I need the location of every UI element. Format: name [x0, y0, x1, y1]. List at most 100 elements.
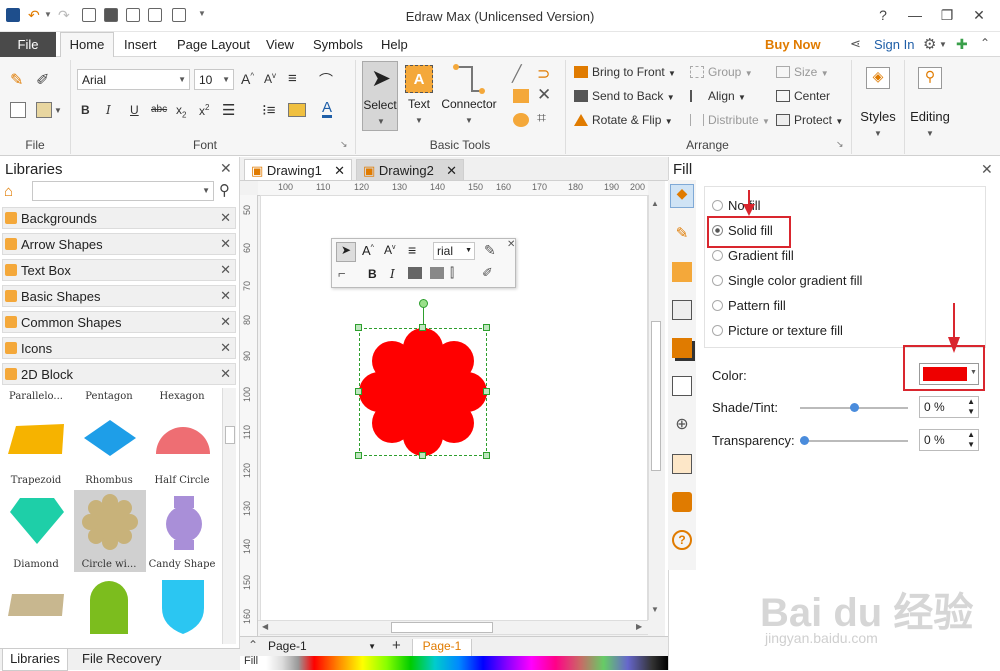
close-icon[interactable]: ✕ — [220, 262, 231, 278]
resize-handle[interactable] — [483, 324, 490, 331]
menu-insert[interactable]: Insert — [124, 37, 157, 52]
close-icon[interactable]: ✕ — [220, 314, 231, 330]
chevron-up-icon[interactable]: ▲ — [651, 199, 659, 208]
text-tool-button[interactable]: A Text ▼ — [402, 61, 436, 131]
layer-tab-icon[interactable] — [672, 338, 692, 358]
chevron-up-icon[interactable]: ⌃ — [248, 638, 258, 652]
maximize-button[interactable]: ❐ — [936, 6, 958, 24]
cross-tool-icon[interactable]: ✕ — [537, 85, 551, 105]
mini-font-select[interactable]: rial ▼ — [433, 242, 475, 260]
chevron-left-icon[interactable]: ◀ — [262, 622, 268, 631]
library-category[interactable]: Common Shapes ✕ — [2, 311, 236, 333]
diamond-shape[interactable] — [8, 494, 66, 548]
buy-now-link[interactable]: Buy Now — [765, 37, 821, 52]
close-fill-panel-button[interactable]: ✕ — [981, 161, 993, 178]
align-text-icon[interactable]: ≡ — [408, 242, 416, 258]
image-tab-icon[interactable] — [672, 300, 692, 320]
bold-button[interactable]: B — [368, 267, 377, 281]
page-select[interactable]: Page-1 ▼ — [268, 639, 376, 655]
paste-dropdown-icon[interactable]: ▼ — [54, 106, 62, 115]
styles-button[interactable]: ◈ Styles ▼ — [853, 61, 903, 141]
trapezoid-shape[interactable] — [6, 420, 68, 460]
select-tool-button[interactable]: ➤ Select ▼ — [362, 61, 398, 131]
distribute-button[interactable]: Distribute ▼ — [690, 113, 770, 127]
bold-button[interactable]: B — [81, 103, 90, 117]
color-picker-button[interactable]: ▼ — [919, 363, 979, 385]
connector-tool-button[interactable]: Connector ▼ — [438, 61, 500, 131]
data-tab-icon[interactable] — [672, 376, 692, 396]
clear-format-icon[interactable]: ✐ — [36, 70, 49, 90]
bring-to-front-icon[interactable] — [408, 267, 422, 279]
settings-dropdown-icon[interactable]: ▼ — [939, 40, 947, 49]
canvas-scroll-thumb[interactable] — [651, 321, 661, 471]
tab-home[interactable]: Home — [60, 32, 114, 58]
shape-thumbnail[interactable] — [6, 590, 68, 620]
close-icon[interactable]: ✕ — [446, 163, 457, 179]
help-icon[interactable]: ? — [672, 530, 692, 550]
superscript-button[interactable]: x2 — [199, 103, 209, 118]
hyperlink-tab-icon[interactable]: ⊕ — [672, 414, 692, 434]
italic-button[interactable]: I — [390, 267, 395, 281]
font-color-icon[interactable]: A — [322, 100, 333, 118]
search-icon[interactable]: ⚲ — [219, 181, 230, 199]
library-category[interactable]: Arrow Shapes ✕ — [2, 233, 236, 255]
shade-tint-slider-knob[interactable] — [850, 403, 859, 412]
size-button[interactable]: Size ▼ — [776, 65, 829, 79]
group-button[interactable]: Group ▼ — [690, 65, 753, 79]
protect-button[interactable]: Protect ▼ — [776, 113, 843, 127]
add-page-button[interactable]: + — [392, 637, 401, 654]
text-highlight-icon[interactable] — [288, 103, 306, 117]
underline-button[interactable]: U — [130, 103, 139, 117]
shadow-tab-icon[interactable] — [672, 262, 692, 282]
spinner-arrows-icon[interactable]: ▲ ▼ — [967, 430, 975, 450]
resize-handle[interactable] — [483, 452, 490, 459]
minimize-button[interactable]: — — [904, 6, 926, 24]
resize-handle[interactable] — [355, 388, 362, 395]
align-button[interactable]: Align ▼ — [690, 89, 746, 103]
close-icon[interactable]: ✕ — [220, 236, 231, 252]
font-name-select[interactable]: Arial ▼ — [77, 69, 190, 90]
rotate-flip-button[interactable]: Rotate & Flip ▼ — [574, 113, 673, 127]
bring-to-front-button[interactable]: Bring to Front ▼ — [574, 65, 676, 79]
rhombus-shape[interactable] — [80, 416, 140, 460]
ellipse-tool-icon[interactable] — [513, 113, 529, 127]
menu-page-layout[interactable]: Page Layout — [177, 37, 250, 52]
canvas-vertical-scrollbar[interactable]: ▲ ▼ — [648, 195, 662, 620]
menu-view[interactable]: View — [266, 37, 294, 52]
resize-handle[interactable] — [483, 388, 490, 395]
send-to-back-icon[interactable] — [430, 267, 444, 279]
page-tab[interactable]: Page-1 — [412, 639, 472, 657]
resize-handle[interactable] — [355, 324, 362, 331]
send-to-back-button[interactable]: Send to Back ▼ — [574, 89, 675, 103]
close-icon[interactable]: ✕ — [507, 239, 515, 250]
collapse-ribbon-icon[interactable]: ⌃ — [980, 36, 990, 50]
format-painter-icon[interactable]: ✎ — [484, 242, 496, 259]
half-circle-shape[interactable] — [152, 420, 214, 460]
tab-file-recovery[interactable]: File Recovery — [82, 651, 161, 666]
canvas-hscroll-thumb[interactable] — [391, 622, 493, 633]
shape-thumbnail[interactable] — [160, 578, 206, 634]
strikethrough-button[interactable]: abc — [151, 104, 167, 115]
paste-icon[interactable] — [36, 102, 52, 118]
file-menu-button[interactable]: File — [0, 32, 56, 57]
line-tab-icon[interactable]: ✎ — [672, 224, 692, 244]
library-scroll-thumb[interactable] — [225, 426, 235, 444]
grow-font-button[interactable]: A^ — [362, 243, 374, 258]
editing-button[interactable]: ⚲ Editing ▼ — [905, 61, 955, 141]
close-libraries-button[interactable]: ✕ — [220, 160, 232, 177]
candy-shape[interactable] — [158, 494, 210, 552]
pointer-icon[interactable]: ➤ — [336, 242, 356, 262]
text-arc-icon[interactable]: ⌒ — [319, 70, 333, 90]
resize-handle[interactable] — [355, 452, 362, 459]
spinner-arrows-icon[interactable]: ▲ ▼ — [967, 397, 975, 417]
comment-tab-icon[interactable] — [672, 492, 692, 512]
format-painter-icon[interactable]: ✎ — [10, 70, 23, 90]
arrange-dialog-launcher-icon[interactable]: ↘ — [836, 139, 844, 150]
home-icon[interactable]: ⌂ — [4, 183, 13, 200]
library-scrollbar[interactable] — [222, 388, 236, 644]
library-category[interactable]: Text Box ✕ — [2, 259, 236, 281]
shrink-font-button[interactable]: Av — [264, 71, 276, 86]
arc-tool-icon[interactable]: ⊃ — [537, 64, 550, 84]
close-icon[interactable]: ✕ — [220, 340, 231, 356]
radio-pattern-fill[interactable]: Pattern fill — [712, 298, 786, 313]
